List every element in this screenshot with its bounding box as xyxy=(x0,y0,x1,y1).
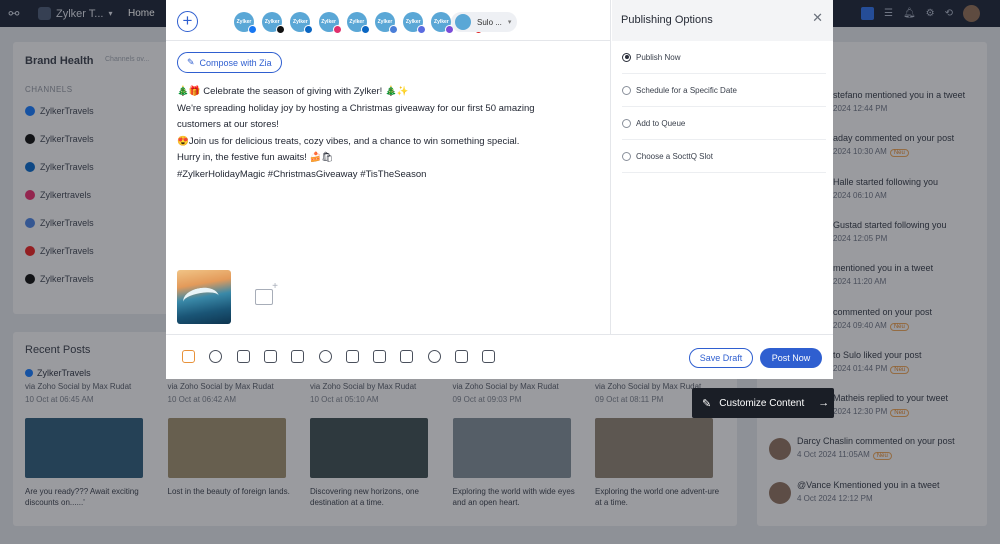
instagram-icon xyxy=(333,25,342,34)
account-avatar-label: Zylker xyxy=(237,19,252,25)
account-avatar-label: Zylker xyxy=(265,19,280,25)
arrow-right-icon: → xyxy=(818,397,829,409)
account-avatar[interactable]: Zylker xyxy=(375,12,395,32)
compose-modal: + Zylker Zylker Zylker Zylker Zylker Zylker Zy… xyxy=(166,0,833,379)
account-avatar[interactable]: Zylker xyxy=(347,12,367,32)
account-avatar[interactable]: Zylker xyxy=(431,12,451,32)
customize-content-label: Customize Content xyxy=(719,398,804,409)
chevron-down-icon: ▾ xyxy=(508,18,512,26)
calendar-icon[interactable] xyxy=(346,350,359,363)
account-avatar[interactable]: Zylker xyxy=(234,12,254,32)
radio-button[interactable] xyxy=(622,86,631,95)
account-avatar[interactable]: Zylker xyxy=(403,12,423,32)
publishing-option-label: Choose a SocttQ Slot xyxy=(636,152,713,161)
linkedin-icon xyxy=(304,25,313,34)
location-icon[interactable] xyxy=(209,350,222,363)
publishing-option-label: Schedule for a Specific Date xyxy=(636,86,737,95)
customize-content-button[interactable]: ✎ Customize Content → xyxy=(692,388,834,418)
post-now-button[interactable]: Post Now xyxy=(760,348,822,368)
zia-sparkle-icon: ✎ xyxy=(187,57,195,68)
publishing-option-label: Publish Now xyxy=(636,53,680,62)
selected-account-avatar xyxy=(455,14,471,30)
publishing-option[interactable]: Schedule for a Specific Date xyxy=(622,74,826,107)
mail-icon[interactable] xyxy=(237,350,250,363)
publishing-option[interactable]: Choose a SocttQ Slot xyxy=(622,140,826,173)
account-avatar-label: Zylker xyxy=(349,19,364,25)
gbp-icon xyxy=(389,25,398,34)
post-text-editor[interactable]: 🎄🎁 Celebrate the season of giving with Z… xyxy=(177,84,597,183)
preview-icon[interactable] xyxy=(455,350,468,363)
facebook-icon xyxy=(248,25,257,34)
post-text-line: Hurry in, the festive fun awaits! 🍰🛍 xyxy=(177,150,597,167)
close-icon[interactable]: ✕ xyxy=(812,10,823,26)
compose-with-zia-button[interactable]: ✎ Compose with Zia xyxy=(177,52,282,73)
publishing-option[interactable]: Add to Queue xyxy=(622,107,826,140)
publishing-options-pane: Publishing Options ✕ Publish Now Schedule… xyxy=(612,0,833,334)
publishing-option[interactable]: Publish Now xyxy=(622,41,826,74)
radio-button[interactable] xyxy=(622,119,631,128)
account-avatar-label: Zylker xyxy=(406,19,421,25)
image-icon[interactable] xyxy=(182,350,195,363)
post-text-line: We're spreading holiday joy by hosting a… xyxy=(177,101,597,118)
selected-account-dropdown[interactable]: Sulo ... ▾ xyxy=(451,12,517,32)
x-icon xyxy=(276,25,285,34)
emoji-icon[interactable] xyxy=(428,350,441,363)
radio-button[interactable] xyxy=(622,152,631,161)
wave-illustration xyxy=(181,285,220,313)
account-avatar-label: Zylker xyxy=(293,19,308,25)
post-text-line: #ZylkerHolidayMagic #ChristmasGiveaway #… xyxy=(177,167,597,184)
post-text-line: 🎄🎁 Celebrate the season of giving with Z… xyxy=(177,84,597,101)
account-avatar-label: Zylker xyxy=(434,19,449,25)
account-avatar[interactable]: Zylker xyxy=(290,12,310,32)
add-image-icon[interactable] xyxy=(255,289,273,305)
settings-icon[interactable] xyxy=(482,350,495,363)
publishing-options-title: Publishing Options xyxy=(621,14,713,26)
text-icon[interactable] xyxy=(400,350,413,363)
gif-icon[interactable] xyxy=(291,350,304,363)
pen-icon: ✎ xyxy=(702,397,711,410)
radio-button[interactable] xyxy=(622,53,631,62)
pin-icon[interactable] xyxy=(373,350,386,363)
composer-pane: + Zylker Zylker Zylker Zylker Zylker Zylker Zy… xyxy=(166,0,611,334)
attached-image-thumbnail[interactable] xyxy=(177,270,231,324)
mastodon-icon xyxy=(417,25,426,34)
add-account-button[interactable]: + xyxy=(177,11,198,32)
post-text-line: customers at our stores! xyxy=(177,117,597,134)
zia-label: Compose with Zia xyxy=(200,58,272,68)
account-selector-strip: + Zylker Zylker Zylker Zylker Zylker Zylker Zy… xyxy=(166,0,611,41)
account-avatar[interactable]: Zylker xyxy=(319,12,339,32)
account-avatar[interactable]: Zylker xyxy=(262,12,282,32)
post-text-line: 😍Join us for delicious treats, cozy vibe… xyxy=(177,134,597,151)
save-draft-button[interactable]: Save Draft xyxy=(689,348,753,368)
media-library-icon[interactable] xyxy=(264,350,277,363)
linkedin-icon xyxy=(361,25,370,34)
publishing-option-label: Add to Queue xyxy=(636,119,685,128)
selected-account-name: Sulo ... xyxy=(477,18,502,27)
account-avatar-label: Zylker xyxy=(321,19,336,25)
publishing-options-header: Publishing Options ✕ xyxy=(612,0,833,41)
link-icon[interactable] xyxy=(319,350,332,363)
composer-toolbar: Save Draft Post Now xyxy=(166,334,833,379)
account-avatar-label: Zylker xyxy=(378,19,393,25)
